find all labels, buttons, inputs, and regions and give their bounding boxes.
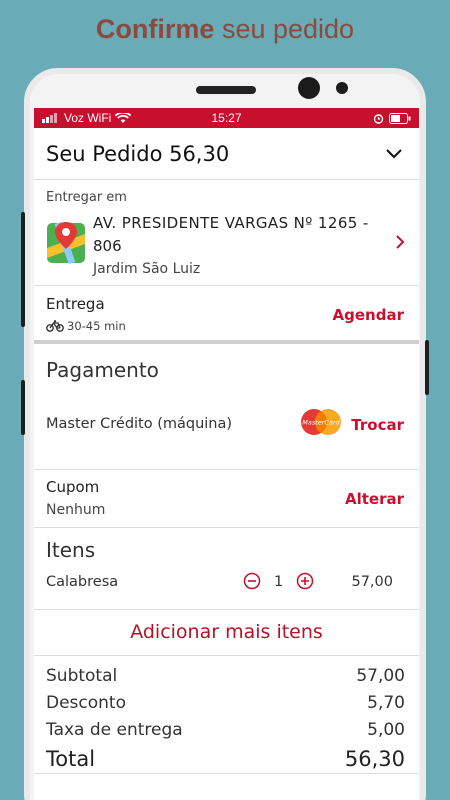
alarm-icon — [373, 113, 384, 124]
phone-speaker — [196, 86, 256, 94]
coupon-value: Nenhum — [46, 502, 106, 518]
coupon-row: Cupom Nenhum Alterar — [34, 470, 419, 528]
total-value: 56,30 — [344, 747, 405, 771]
coupon-title: Cupom — [46, 478, 100, 496]
app-screen: Voz WiFi 15:27 Seu Pedido 56,30 Entregar… — [34, 108, 419, 800]
headline-rest: seu pedido — [214, 14, 355, 44]
delivery-eta: 30-45 min — [46, 319, 126, 333]
phone-volume-button — [21, 212, 25, 327]
signal-icon — [42, 113, 57, 123]
subtotal-row: Subtotal 57,00 — [46, 662, 405, 689]
delivery-fee-row: Taxa de entrega 5,00 — [46, 716, 405, 743]
discount-row: Desconto 5,70 — [46, 689, 405, 716]
address-neighborhood: Jardim São Luiz — [93, 261, 201, 277]
map-icon — [47, 221, 85, 264]
address-number: 806 — [93, 237, 122, 255]
item-quantity: 1 — [274, 574, 284, 590]
mastercard-text: MasterCard — [302, 419, 340, 427]
items-title: Itens — [46, 538, 96, 562]
mastercard-logo-icon: MasterCard — [301, 409, 341, 435]
status-bar: Voz WiFi 15:27 — [34, 108, 419, 128]
address-street: AV. PRESIDENTE VARGAS Nº 1265 - — [93, 214, 369, 232]
address-label: Entregar em — [46, 190, 127, 205]
carrier-label: Voz WiFi — [64, 111, 112, 125]
plus-circle-icon[interactable] — [296, 572, 314, 590]
minus-circle-icon[interactable] — [243, 572, 261, 590]
delivery-eta-text: 30-45 min — [67, 319, 126, 333]
discount-value: 5,70 — [367, 692, 405, 713]
order-title: Seu Pedido 56,30 — [46, 141, 230, 166]
add-more-items-button[interactable]: Adicionar mais itens — [34, 610, 419, 656]
headline-bold: Confirme — [95, 14, 215, 44]
phone-sensor — [336, 82, 348, 94]
delivery-title: Entrega — [46, 295, 105, 313]
payment-method: Master Crédito (máquina) — [46, 416, 233, 432]
bicycle-icon — [46, 320, 64, 332]
item-price: 57,00 — [351, 574, 393, 590]
wifi-icon — [115, 112, 132, 123]
promo-headline: Confirme seu pedido — [0, 14, 450, 45]
change-payment-button[interactable]: Trocar — [351, 416, 404, 434]
subtotal-label: Subtotal — [46, 665, 118, 686]
delivery-address-row[interactable]: Entregar em AV. PRESIDENTE VARGAS Nº 126… — [34, 180, 419, 286]
schedule-button[interactable]: Agendar — [333, 306, 404, 324]
phone-camera — [298, 77, 320, 99]
change-coupon-button[interactable]: Alterar — [345, 490, 404, 508]
delivery-row: Entrega 30-45 min Agendar — [34, 286, 419, 344]
total-label: Total — [46, 747, 96, 771]
order-header[interactable]: Seu Pedido 56,30 — [34, 128, 419, 180]
clock: 15:27 — [211, 111, 242, 125]
item-name: Calabresa — [46, 574, 119, 590]
chevron-right-icon[interactable] — [395, 234, 405, 250]
battery-icon — [389, 112, 411, 124]
totals-section: Subtotal 57,00 Desconto 5,70 Taxa de entre… — [34, 656, 419, 774]
phone-side-button — [21, 380, 25, 435]
payment-section: Pagamento Master Crédito (máquina) Maste… — [34, 344, 419, 470]
total-row: Total 56,30 — [46, 743, 405, 775]
delivery-fee-label: Taxa de entrega — [46, 719, 183, 740]
discount-label: Desconto — [46, 692, 126, 713]
phone-power-button — [425, 340, 429, 395]
subtotal-value: 57,00 — [356, 665, 405, 686]
items-section: Itens Calabresa 1 57,00 — [34, 528, 419, 610]
delivery-fee-value: 5,00 — [367, 719, 405, 740]
chevron-down-icon[interactable] — [385, 148, 403, 159]
payment-title: Pagamento — [46, 358, 159, 382]
